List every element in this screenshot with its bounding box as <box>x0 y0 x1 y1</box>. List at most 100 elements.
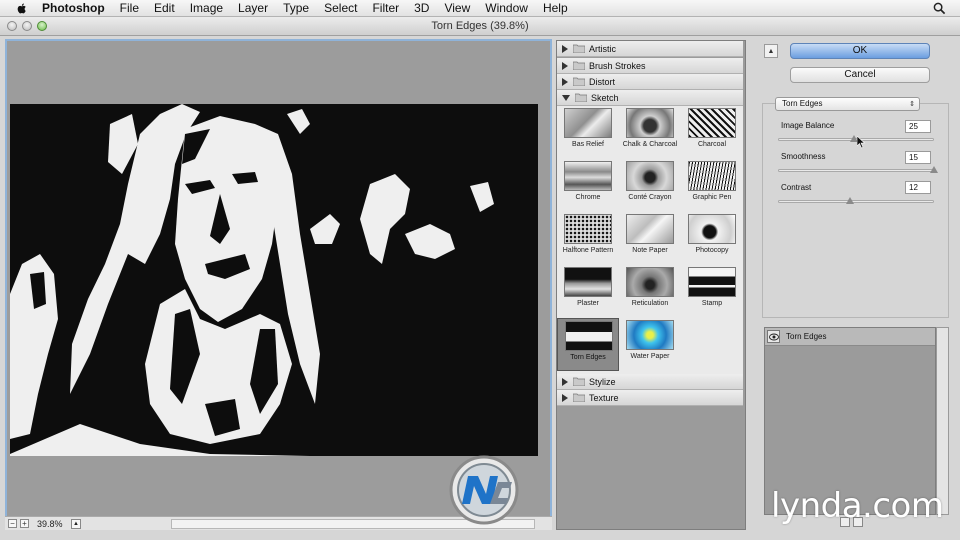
filter-label: Stamp <box>701 300 723 307</box>
updown-arrows-icon: ⇕ <box>909 101 915 108</box>
contrast-field[interactable]: 12 <box>905 181 931 194</box>
spotlight-search-icon[interactable] <box>933 2 946 15</box>
folder-icon <box>573 61 585 70</box>
menu-edit[interactable]: Edit <box>154 1 175 15</box>
thumbnail-image <box>688 108 736 138</box>
category-label: Stylize <box>589 376 616 387</box>
contrast-slider[interactable] <box>778 200 934 203</box>
category-sketch[interactable]: Sketch <box>557 90 743 106</box>
expanded-triangle-icon <box>562 94 570 101</box>
menu-select[interactable]: Select <box>324 1 357 15</box>
cancel-button[interactable]: Cancel <box>790 67 930 83</box>
thumbnail-image <box>565 321 613 351</box>
nc-logo-watermark-icon <box>449 455 519 525</box>
window-title: Torn Edges (39.8%) <box>431 20 529 32</box>
category-texture[interactable]: Texture <box>557 390 743 406</box>
torn-edges-preview-graphic <box>10 104 538 456</box>
smoothness-slider[interactable] <box>778 169 934 172</box>
thumbnail-image <box>564 161 612 191</box>
lynda-watermark: lynda.com <box>771 486 944 526</box>
filter-label: Graphic Pen <box>692 194 732 201</box>
mouse-cursor-icon <box>857 136 866 149</box>
filter-thumb-graphic-pen[interactable]: Graphic Pen <box>681 159 743 212</box>
menu-window[interactable]: Window <box>485 1 528 15</box>
filter-thumb-chrome[interactable]: Chrome <box>557 159 619 212</box>
filter-thumb-bas-relief[interactable]: Bas Relief <box>557 106 619 159</box>
image-balance-field[interactable]: 25 <box>905 120 931 133</box>
collapsed-triangle-icon <box>562 377 568 386</box>
filter-label: Note Paper <box>632 247 668 254</box>
effect-layer-name: Torn Edges <box>786 332 827 341</box>
thumbnail-image <box>626 214 674 244</box>
filter-thumb-stamp[interactable]: Stamp <box>681 265 743 318</box>
photoshop-screen: Photoshop File Edit Image Layer Type Sel… <box>0 0 960 540</box>
collapse-gallery-button[interactable]: ▲ <box>764 44 778 58</box>
filter-thumb-reticulation[interactable]: Reticulation <box>619 265 681 318</box>
folder-icon <box>573 377 585 386</box>
thumbnail-image <box>688 267 736 297</box>
filter-label: Chrome <box>575 194 601 201</box>
filter-label: Charcoal <box>697 141 726 148</box>
menu-help[interactable]: Help <box>543 1 568 15</box>
apple-icon[interactable] <box>14 2 30 15</box>
collapsed-triangle-icon <box>562 393 568 402</box>
menu-image[interactable]: Image <box>190 1 223 15</box>
filter-thumb-conte-crayon[interactable]: Conté Crayon <box>619 159 681 212</box>
smoothness-field[interactable]: 15 <box>905 151 931 164</box>
effect-layer-row[interactable]: Torn Edges <box>765 328 935 346</box>
contrast-slider-thumb[interactable] <box>845 197 854 204</box>
contrast-label: Contrast <box>781 183 812 192</box>
zoom-in-button[interactable]: + <box>20 519 29 528</box>
menu-view[interactable]: View <box>444 1 470 15</box>
window-title-bar: Torn Edges (39.8%) <box>0 17 960 36</box>
menu-file[interactable]: File <box>120 1 139 15</box>
thumbnail-image <box>564 214 612 244</box>
menu-app[interactable]: Photoshop <box>42 1 105 15</box>
filter-thumb-charcoal[interactable]: Charcoal <box>681 106 743 159</box>
image-balance-label: Image Balance <box>781 121 835 130</box>
thumbnail-image <box>688 214 736 244</box>
category-brush-strokes[interactable]: Brush Strokes <box>557 58 743 74</box>
filter-dropdown[interactable]: Torn Edges ⇕ <box>775 97 920 111</box>
category-stylize[interactable]: Stylize <box>557 374 743 390</box>
thumbnail-image <box>626 320 674 350</box>
menu-filter[interactable]: Filter <box>372 1 399 15</box>
collapsed-triangle-icon <box>562 44 568 53</box>
filter-thumb-chalk-charcoal[interactable]: Chalk & Charcoal <box>619 106 681 159</box>
menu-layer[interactable]: Layer <box>238 1 268 15</box>
category-distort[interactable]: Distort <box>557 74 743 90</box>
filter-label: Plaster <box>577 300 599 307</box>
smoothness-slider-thumb[interactable] <box>930 166 938 173</box>
preview-image[interactable] <box>10 104 538 456</box>
menu-3d[interactable]: 3D <box>414 1 429 15</box>
menu-bar: Photoshop File Edit Image Layer Type Sel… <box>0 0 960 17</box>
filter-thumb-photocopy[interactable]: Photocopy <box>681 212 743 265</box>
filter-thumb-torn-edges[interactable]: Torn Edges <box>557 318 619 371</box>
filter-thumb-note-paper[interactable]: Note Paper <box>619 212 681 265</box>
eye-visibility-icon[interactable] <box>767 330 780 343</box>
zoom-out-button[interactable]: − <box>8 519 17 528</box>
ok-button[interactable]: OK <box>790 43 930 59</box>
filter-thumb-halftone-pattern[interactable]: Halftone Pattern <box>557 212 619 265</box>
thumbnail-image <box>626 108 674 138</box>
folder-icon <box>573 77 585 86</box>
filter-label: Photocopy <box>695 247 729 254</box>
filter-label: Water Paper <box>630 353 670 360</box>
filter-label: Conté Crayon <box>628 194 672 201</box>
folder-open-icon <box>575 93 587 102</box>
filter-thumb-plaster[interactable]: Plaster <box>557 265 619 318</box>
smoothness-label: Smoothness <box>781 152 826 161</box>
category-artistic[interactable]: Artistic <box>557 41 743 57</box>
thumbnail-image <box>564 267 612 297</box>
filter-thumb-water-paper[interactable]: Water Paper <box>619 318 681 371</box>
thumbnail-image <box>564 108 612 138</box>
filter-label: Chalk & Charcoal <box>622 141 678 148</box>
category-label: Artistic <box>589 43 616 54</box>
menu-type[interactable]: Type <box>283 1 309 15</box>
category-label: Sketch <box>591 92 619 103</box>
zoom-level-field[interactable]: 39.8% <box>37 519 71 529</box>
filter-label: Halftone Pattern <box>562 247 614 254</box>
zoom-menu-arrows-icon[interactable]: ▲ <box>71 518 81 529</box>
collapsed-triangle-icon <box>562 61 568 70</box>
filter-label: Torn Edges <box>570 354 606 361</box>
